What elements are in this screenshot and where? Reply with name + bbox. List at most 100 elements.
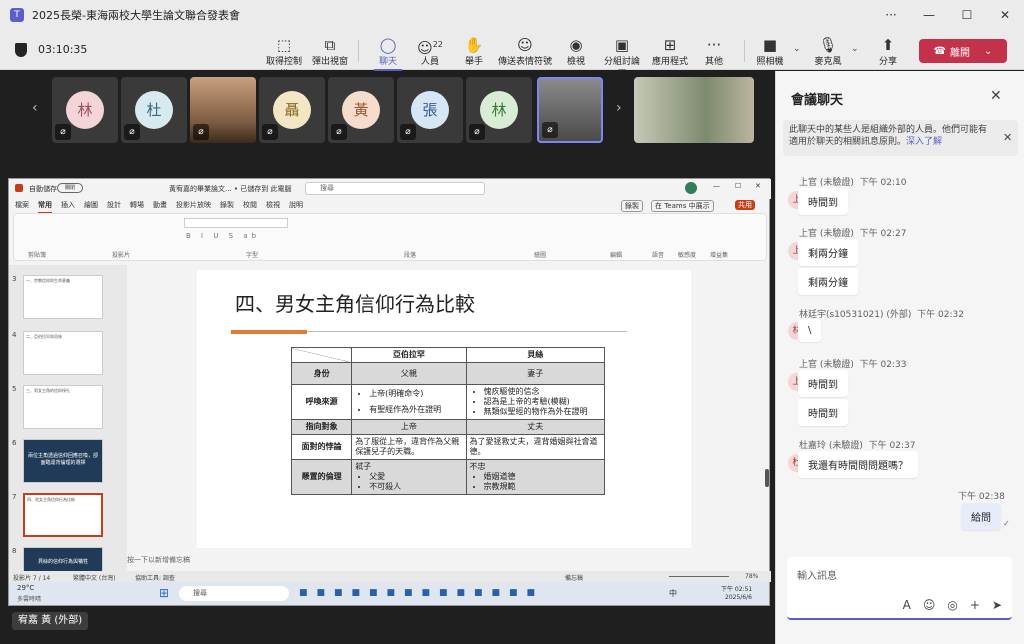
table-cell: 愧疚驅使的信念認為是上帝的考驗(模糊)無類似聖經的物作為外在證明 — [465, 384, 606, 420]
message-bubble[interactable]: 時間到 — [798, 188, 848, 215]
present-in-teams-button[interactable]: 在 Teams 中展示 — [651, 200, 714, 212]
taskbar-app-icons[interactable]: ■■■■■■■■■■■■■■ — [299, 588, 544, 598]
more-options-icon[interactable]: ··· — [872, 0, 910, 30]
zoom-slider[interactable] — [669, 576, 729, 577]
compose-box[interactable]: 輸入訊息 A ☺ ◎ + ➤ — [787, 557, 1012, 620]
close-icon[interactable]: ✕ — [990, 88, 1002, 104]
participant-tile[interactable]: 林 ⌀ — [52, 77, 118, 143]
people-icon: ☺22 — [417, 39, 443, 57]
participant-tile[interactable]: 林 ⌀ — [466, 77, 532, 143]
tab-draw[interactable]: 繪圖 — [84, 200, 98, 213]
taskbar-search[interactable]: 搜尋 — [179, 586, 289, 601]
pop-out-button[interactable]: ⧉ 彈出視窗 — [308, 36, 352, 67]
mic-muted-icon: ⌀ — [400, 124, 416, 140]
zoom-level[interactable]: 78% — [745, 573, 758, 580]
font-name-select[interactable] — [184, 218, 288, 228]
slide-thumbnail-selected[interactable]: 四、男女主角信仰行為比較 — [23, 493, 103, 537]
ppt-ribbon: 剪貼簿 投影片 B I U S ab 字型 段落 繪圖 編輯 語音 敏感度 增益… — [13, 213, 767, 261]
tab-home[interactable]: 常用 — [38, 200, 52, 213]
slide-thumbnail[interactable]: 二、亞伯拉罕與貝絲 — [23, 331, 103, 375]
share-ppt-button[interactable]: 共用 — [735, 200, 755, 210]
row-label: 面對的悖論 — [290, 434, 353, 460]
participant-tile[interactable]: 聶 ⌀ — [259, 77, 325, 143]
record-button[interactable]: 錄製 — [621, 200, 643, 212]
add-icon[interactable]: + — [970, 598, 980, 612]
weather-temp[interactable]: 29°C — [17, 584, 34, 592]
participant-tile[interactable]: 杜 ⌀ — [121, 77, 187, 143]
learn-more-link[interactable]: 深入了解 — [906, 137, 942, 147]
loop-icon[interactable]: ◎ — [947, 598, 957, 612]
tab-slideshow[interactable]: 投影片放映 — [176, 200, 211, 213]
ppt-search-input[interactable]: 搜尋 — [305, 182, 485, 195]
maximize-icon[interactable]: ☐ — [735, 182, 741, 190]
emoji-icon[interactable]: ☺ — [923, 598, 936, 612]
view-button[interactable]: ◉ 檢視 — [554, 36, 598, 67]
leave-button[interactable]: ☎ 離開 ⌄ — [919, 39, 1007, 63]
raise-hand-button[interactable]: ✋ 舉手 — [452, 36, 496, 67]
slide-scrollbar[interactable] — [765, 469, 769, 487]
slide-thumbnail[interactable]: 三、男女主角的信仰掙扎 — [23, 385, 103, 429]
maximize-icon[interactable]: ☐ — [948, 0, 986, 30]
send-icon[interactable]: ➤ — [992, 598, 1002, 612]
participant-video-tile[interactable]: ⌀ — [190, 77, 256, 143]
close-window-icon[interactable]: ✕ — [986, 0, 1024, 30]
people-button[interactable]: ☺22 人員 — [408, 36, 452, 67]
format-icon[interactable]: A — [903, 598, 911, 612]
participant-video-tile-active[interactable]: ⌀ — [537, 77, 603, 143]
participant-tile[interactable]: 黃 ⌀ — [328, 77, 394, 143]
tab-help[interactable]: 說明 — [289, 200, 303, 213]
mic-button[interactable]: 🎙 麥克風 — [806, 36, 850, 67]
message-input[interactable]: 輸入訊息 — [797, 567, 837, 582]
message-sender: 林廷宇(s10531021) (外部) 下午 02:32 — [799, 307, 964, 320]
camera-options-chevron-icon[interactable]: ⌄ — [793, 44, 801, 54]
camera-button[interactable]: ■ 照相機 — [748, 36, 792, 67]
notes-area[interactable]: 按一下以新增備忘稿 — [127, 555, 767, 567]
notes-toggle[interactable]: 備忘稿 — [565, 573, 583, 582]
view-icon: ◉ — [569, 36, 583, 54]
next-participants-icon[interactable]: › — [616, 100, 622, 116]
prev-participants-icon[interactable]: ‹ — [32, 100, 38, 116]
message-bubble[interactable]: 剩兩分鐘 — [798, 239, 858, 266]
participant-video-tile[interactable] — [634, 77, 754, 143]
font-format-buttons[interactable]: B I U S ab — [186, 232, 260, 240]
message-bubble[interactable]: \ — [798, 319, 822, 342]
slide-thumbnail[interactable]: 一、宗教信仰與生命意義 — [23, 275, 103, 319]
tab-view[interactable]: 檢視 — [266, 200, 280, 213]
avatar: 張 — [411, 91, 449, 129]
slide-thumbnail[interactable]: 貝絲的信仰行為與犧牲 — [23, 547, 103, 573]
close-icon[interactable]: ✕ — [1003, 131, 1012, 144]
participant-tile[interactable]: 張 ⌀ — [397, 77, 463, 143]
more-button[interactable]: ··· 其他 — [692, 36, 736, 67]
tab-review[interactable]: 校閱 — [243, 200, 257, 213]
tab-insert[interactable]: 插入 — [61, 200, 75, 213]
send-emoji-button[interactable]: ☺ 傳送表情符號 — [498, 36, 552, 67]
accessibility-status[interactable]: 協助工具: 調查 — [135, 573, 175, 582]
mic-options-chevron-icon[interactable]: ⌄ — [851, 44, 859, 54]
message-bubble[interactable]: 時間到 — [798, 370, 848, 397]
tab-file[interactable]: 檔案 — [15, 200, 29, 213]
chat-button[interactable]: ◯ 聊天 — [366, 36, 410, 71]
autosave-toggle[interactable]: 關閉 — [57, 183, 83, 193]
message-bubble[interactable]: 剩兩分鐘 — [798, 268, 858, 295]
tab-animations[interactable]: 動畫 — [153, 200, 167, 213]
tab-design[interactable]: 設計 — [107, 200, 121, 213]
message-bubble[interactable]: 我還有時間問問題嗎？ — [798, 451, 918, 478]
my-message-time: 下午 02:38 — [958, 492, 1005, 502]
minimize-icon[interactable]: — — [910, 0, 948, 30]
tab-record[interactable]: 錄製 — [220, 200, 234, 213]
windows-start-icon[interactable]: ⊞ — [159, 586, 169, 600]
mic-muted-icon: ⌀ — [55, 124, 71, 140]
minimize-icon[interactable]: — — [713, 182, 720, 190]
tab-transitions[interactable]: 轉場 — [130, 200, 144, 213]
table-cell: 父親 — [351, 362, 467, 385]
message-bubble[interactable]: 時間到 — [798, 399, 848, 426]
my-message-bubble[interactable]: 給問 — [961, 503, 1001, 530]
share-button[interactable]: ⬆ 分享 — [866, 36, 910, 67]
slide-thumbnail[interactable]: 兩位主角透過信仰回應召喚，卻面臨違背倫理的選擇 — [23, 439, 103, 483]
avatar[interactable] — [685, 182, 697, 194]
weather-desc: 多雲時晴 — [17, 596, 42, 603]
close-icon[interactable]: ✕ — [755, 182, 761, 190]
apps-button[interactable]: ⊞ 應用程式 — [648, 36, 692, 67]
leave-options-chevron-icon[interactable]: ⌄ — [984, 46, 992, 57]
ime-indicator[interactable]: 中 — [669, 588, 677, 599]
